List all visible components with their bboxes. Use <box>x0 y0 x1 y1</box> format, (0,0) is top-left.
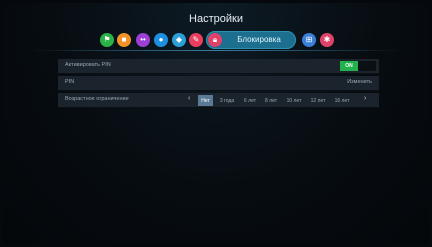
pin-enable-toggle[interactable]: ON <box>340 61 376 71</box>
header-divider <box>30 50 402 51</box>
dots-icon[interactable]: •• <box>136 33 150 47</box>
age-option[interactable]: 16 лет <box>332 96 352 105</box>
toggle-on-state: ON <box>340 61 358 71</box>
pin-enable-row[interactable]: Активировать PIN ON <box>58 59 379 74</box>
age-restriction-label: Возрастное ограничение <box>65 96 129 102</box>
age-restriction-row[interactable]: Возрастное ограничение ‹ Нет 3 года 6 ле… <box>58 93 379 108</box>
pin-row[interactable]: PIN Изменить <box>58 76 379 91</box>
shield-icon[interactable]: ◆ <box>172 33 186 47</box>
age-option[interactable]: 6 лет <box>241 96 259 105</box>
globe-icon[interactable]: ● <box>154 33 168 47</box>
age-option[interactable]: 10 лет <box>284 96 304 105</box>
age-option[interactable]: 3 года <box>216 96 238 105</box>
network-icon[interactable]: ⊞ <box>302 33 316 47</box>
chevron-left-icon[interactable]: ‹ <box>188 95 190 102</box>
page-title: Настройки <box>189 13 243 25</box>
lock-icon: 🔒︎ <box>208 33 222 47</box>
tab-blocking-label: Блокировка <box>237 35 281 44</box>
pin-enable-label: Активировать PIN <box>65 62 111 68</box>
age-option[interactable]: 12 лет <box>308 96 328 105</box>
pin-label: PIN <box>65 79 75 85</box>
flag-icon[interactable]: ⚑ <box>100 33 114 47</box>
age-selector[interactable]: ‹ Нет 3 года 6 лет 8 лет 10 лет 12 лет 1… <box>186 94 378 106</box>
pin-change-button[interactable]: Изменить <box>347 79 372 85</box>
category-tabs: ⚑ ■ •• ● ◆ ✎ 🔒︎ Блокировка ⊞ ✱ <box>100 30 350 50</box>
age-option[interactable]: Нет <box>198 95 213 106</box>
age-option[interactable]: 8 лет <box>262 96 280 105</box>
chevron-right-icon[interactable]: › <box>364 95 366 102</box>
film-icon[interactable]: ■ <box>117 33 131 47</box>
tab-blocking[interactable]: 🔒︎ Блокировка <box>206 31 296 49</box>
pencil-icon[interactable]: ✎ <box>189 33 203 47</box>
gear-icon[interactable]: ✱ <box>320 33 334 47</box>
